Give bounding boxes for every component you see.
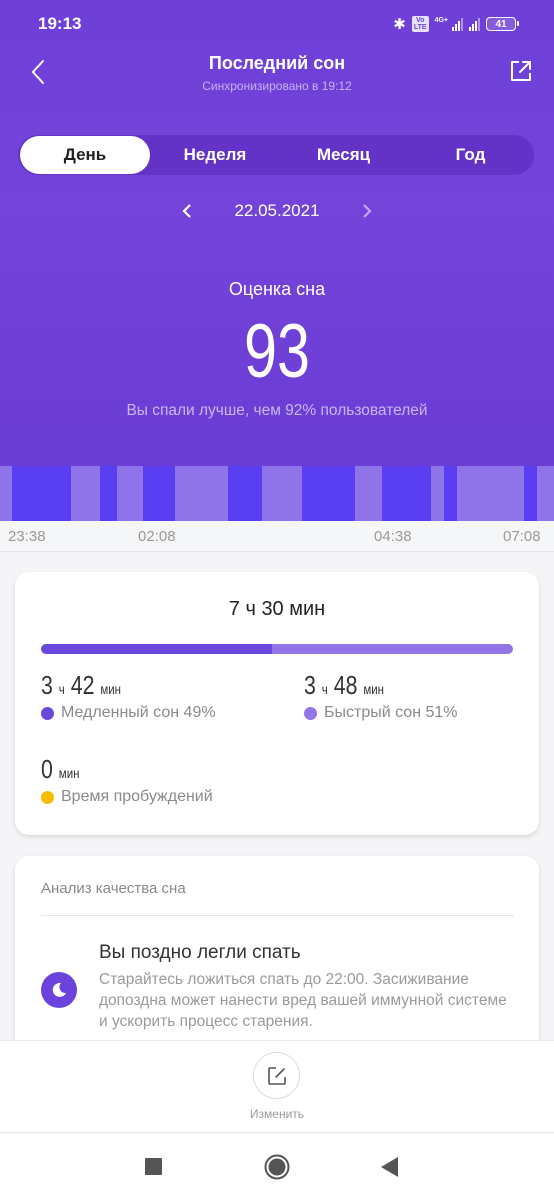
tip-body: Старайтесь ложиться спать до 22:00. Заси… (99, 971, 507, 1030)
tab-year[interactable]: Год (407, 135, 534, 175)
sync-status: Синхронизировано в 19:12 (202, 79, 352, 93)
light-sleep-duration: 3 ч 48 мин (304, 670, 385, 700)
back-nav-button[interactable] (381, 1157, 398, 1182)
sleep-duration-card: 7 ч 30 мин 3 ч 42 мин Медленный сон 49% … (15, 572, 539, 835)
status-bar: 19:13 ✱ Vo LTE 4G+ 41 (0, 0, 554, 48)
sleep-hypnogram (0, 466, 554, 521)
light-sleep-label: Быстрый сон 51% (324, 704, 458, 721)
hypnogram-segment-light (174, 466, 229, 521)
hypnogram-segment-deep (227, 466, 263, 521)
awake-label: Время пробуждений (61, 788, 213, 805)
hypnogram-time-axis: 23:38 02:08 04:38 07:08 (0, 521, 554, 552)
sleep-ratio-bar (41, 644, 513, 654)
status-time: 19:13 (38, 14, 82, 33)
deep-sleep-duration: 3 ч 42 мин (41, 670, 122, 700)
sleep-score-label: Оценка сна (228, 279, 326, 299)
volte-icon: Vo LTE (411, 16, 429, 32)
system-nav-bar (0, 1134, 554, 1200)
deep-sleep-label: Медленный сон 49% (61, 704, 216, 721)
awake-duration: 0 мин (41, 754, 80, 784)
date-navigator: 22.05.2021 (0, 200, 554, 222)
hypnogram-segment-deep (524, 466, 538, 521)
ratio-deep-segment (41, 644, 273, 654)
light-sleep-dot (304, 706, 317, 720)
analysis-heading: Анализ качества сна (41, 880, 186, 897)
previous-date-button[interactable] (176, 200, 198, 222)
chevron-left-icon (182, 204, 192, 218)
tab-month[interactable]: Месяц (280, 135, 407, 175)
light-sleep-stat: 3 ч 48 мин Быстрый сон 51% (304, 670, 458, 722)
hypnogram-segment-light (354, 466, 383, 521)
next-date-button[interactable] (356, 200, 378, 222)
home-button[interactable] (264, 1154, 290, 1185)
hypnogram-segment-light (430, 466, 445, 521)
bottom-action-bar: Изменить (0, 1040, 554, 1133)
share-export-icon (511, 61, 531, 81)
hypnogram-segment-light (456, 466, 525, 521)
tab-day[interactable]: День (20, 136, 150, 174)
chevron-right-icon (362, 204, 372, 218)
edit-label: Изменить (249, 1107, 305, 1121)
page-title: Последний сон (208, 53, 346, 73)
square-recents-icon (145, 1158, 162, 1175)
sleep-header: 19:13 ✱ Vo LTE 4G+ 41 Последний сон Синхр… (0, 0, 554, 466)
signal-icon-sim2 (469, 17, 480, 31)
edit-icon (267, 1066, 286, 1085)
triangle-back-icon (381, 1157, 398, 1177)
tip-title: Вы поздно легли спать (99, 942, 301, 963)
moon-icon (41, 972, 77, 1008)
hypnogram-segment-light (262, 466, 303, 521)
sleep-score-caption: Вы спали лучше, чем 92% пользователей (126, 402, 428, 419)
hypnogram-segment-light (116, 466, 144, 521)
ratio-light-segment (272, 644, 513, 654)
signal-icon-sim1 (452, 17, 463, 31)
time-label: 07:08 (503, 528, 541, 545)
hypnogram-segment-light (0, 466, 13, 521)
hypnogram-segment-light (536, 466, 554, 521)
hypnogram-segment-light (71, 466, 101, 521)
recents-button[interactable] (145, 1158, 162, 1180)
hypnogram-segment-deep (99, 466, 118, 521)
network-type: 4G+ (434, 16, 448, 24)
tab-week[interactable]: Неделя (150, 135, 280, 175)
hypnogram-segment-deep (142, 466, 176, 521)
sleep-score-value: 93 (244, 309, 310, 394)
divider (41, 915, 514, 916)
deep-sleep-dot (41, 706, 54, 720)
hypnogram-segment-deep (444, 466, 458, 521)
share-button[interactable] (508, 58, 534, 84)
awake-stat: 0 мин Время пробуждений (41, 754, 213, 806)
hypnogram-segment-deep (301, 466, 356, 521)
current-date: 22.05.2021 (234, 201, 320, 220)
time-label: 04:38 (374, 528, 412, 545)
time-label: 02:08 (138, 528, 176, 545)
circle-home-icon (264, 1154, 290, 1180)
total-sleep-duration: 7 ч 30 мин (228, 598, 326, 620)
edit-button[interactable] (253, 1052, 300, 1099)
hypnogram-segment-deep (381, 466, 432, 521)
status-icons: ✱ Vo LTE 4G+ 41 (393, 15, 519, 33)
battery-level: 41 (495, 18, 507, 30)
time-label: 23:38 (8, 528, 46, 545)
hypnogram-segment-deep (12, 466, 72, 521)
awake-dot (41, 790, 54, 804)
deep-sleep-stat: 3 ч 42 мин Медленный сон 49% (41, 670, 216, 722)
battery-icon: 41 (486, 17, 519, 31)
bluetooth-icon: ✱ (393, 16, 406, 33)
period-tabs: День Неделя Месяц Год (18, 135, 534, 175)
